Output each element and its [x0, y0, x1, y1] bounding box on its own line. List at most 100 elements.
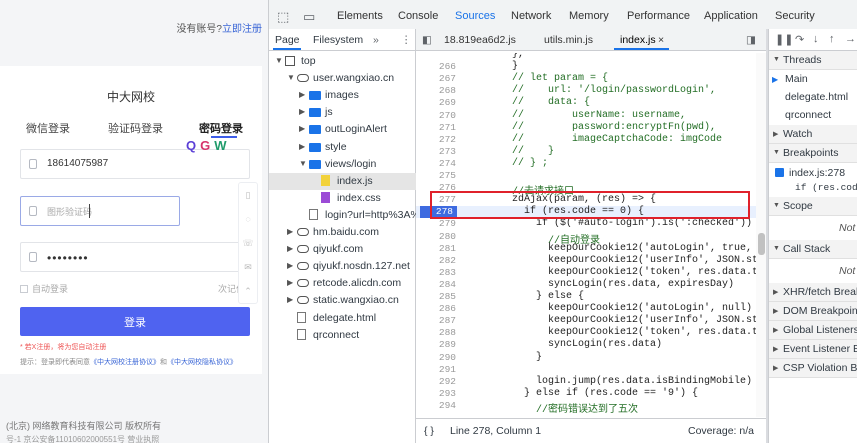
- line-number[interactable]: 288: [416, 327, 456, 338]
- code-line[interactable]: 284 syncLogin(res.data, expiresDay): [416, 279, 768, 291]
- file-tab-index[interactable]: index.js: [620, 34, 656, 46]
- tab-memory[interactable]: Memory: [569, 10, 609, 22]
- collapsed-arrow-icon[interactable]: ▶: [287, 244, 293, 253]
- collapsed-arrow-icon[interactable]: ▶: [299, 90, 305, 99]
- tree-item[interactable]: ▶ js: [269, 104, 416, 121]
- line-number[interactable]: 284: [416, 279, 456, 290]
- code-line[interactable]: 274 // } ;: [416, 158, 768, 170]
- code-line[interactable]: 279 if ($('#auto-login').is(':checked'))…: [416, 218, 768, 230]
- tab-elements[interactable]: Elements: [337, 10, 383, 22]
- tree-item[interactable]: delegate.html: [269, 310, 416, 327]
- captcha-image[interactable]: Q G W: [186, 135, 250, 155]
- chat-icon[interactable]: ◌: [239, 207, 257, 231]
- tab-security[interactable]: Security: [775, 10, 815, 22]
- login-button[interactable]: 登录: [20, 307, 250, 336]
- collapsed-arrow-icon[interactable]: ▶: [287, 295, 293, 304]
- line-number[interactable]: 279: [416, 218, 456, 229]
- toggle-debugger-icon[interactable]: ◨: [746, 34, 756, 46]
- expanded-arrow-icon[interactable]: ▼: [275, 56, 283, 65]
- line-number[interactable]: 271: [416, 122, 456, 133]
- file-tab-utils[interactable]: utils.min.js: [544, 34, 593, 46]
- collapsed-arrow-icon[interactable]: ▶: [287, 278, 293, 287]
- code-line[interactable]: },: [416, 53, 768, 61]
- line-number[interactable]: 283: [416, 267, 456, 278]
- collapsed-arrow-icon[interactable]: ▶: [287, 261, 293, 270]
- step-over-icon[interactable]: ↷: [795, 33, 804, 46]
- signup-link[interactable]: 立即注册: [222, 24, 262, 35]
- toggle-navigator-icon[interactable]: ◧: [422, 34, 432, 46]
- tree-item[interactable]: ▶ qiyukf.com: [269, 241, 416, 258]
- global-listeners-section[interactable]: ▶ Global Listeners: [769, 321, 857, 340]
- tree-item[interactable]: login?url=http%3A%2F: [269, 207, 416, 224]
- threads-section[interactable]: ▼ Threads: [769, 51, 857, 70]
- code-line[interactable]: 288 keepOurCookie12('token', res.data.to…: [416, 327, 768, 339]
- tab-page[interactable]: Page: [275, 34, 300, 46]
- tab-filesystem[interactable]: Filesystem: [313, 34, 363, 46]
- xhr-breakpoints-section[interactable]: ▶ XHR/fetch Breakp: [769, 283, 857, 302]
- code-line[interactable]: 280 //自动登录: [416, 231, 768, 247]
- code-line[interactable]: 273 // }: [416, 146, 768, 158]
- password-field[interactable]: ••••••••: [20, 242, 250, 272]
- line-number[interactable]: 273: [416, 146, 456, 157]
- tree-item[interactable]: ▼ user.wangxiao.cn: [269, 70, 416, 87]
- tree-item[interactable]: ▶ retcode.alicdn.com: [269, 275, 416, 292]
- line-number[interactable]: 267: [416, 73, 456, 84]
- line-number[interactable]: 285: [416, 291, 456, 302]
- line-number[interactable]: 286: [416, 303, 456, 314]
- more-options-icon[interactable]: ⋮: [401, 34, 412, 46]
- inspect-element-icon[interactable]: ⬚: [277, 9, 289, 25]
- code-area[interactable]: }, 266 } 267 // let param = {268 // url: '…: [416, 53, 768, 417]
- scope-section[interactable]: ▼ Scope: [769, 197, 857, 216]
- dom-breakpoints-section[interactable]: ▶ DOM Breakpoint: [769, 302, 857, 321]
- code-line[interactable]: 285 } else {: [416, 291, 768, 303]
- phone-icon[interactable]: ▯: [239, 183, 257, 207]
- line-number[interactable]: 282: [416, 255, 456, 266]
- thread-qrconnect[interactable]: qrconnect: [769, 106, 857, 124]
- line-number[interactable]: 293: [416, 388, 456, 399]
- chevron-more-icon[interactable]: »: [373, 34, 379, 46]
- code-line[interactable]: 268 // url: '/login/passwordLogin',: [416, 85, 768, 97]
- auto-login-checkbox[interactable]: 自动登录: [20, 282, 68, 295]
- line-number[interactable]: 292: [416, 376, 456, 387]
- tree-item[interactable]: ▶ style: [269, 139, 416, 156]
- captcha-field[interactable]: 图形验证码: [20, 196, 180, 226]
- tree-item[interactable]: index.css: [269, 190, 416, 207]
- code-line[interactable]: 270 // userName: username,: [416, 110, 768, 122]
- tab-console[interactable]: Console: [398, 10, 438, 22]
- expanded-arrow-icon[interactable]: ▼: [287, 73, 295, 82]
- pause-icon[interactable]: ❚❚: [775, 33, 793, 46]
- line-number[interactable]: 287: [416, 315, 456, 326]
- callstack-section[interactable]: ▼ Call Stack: [769, 240, 857, 259]
- line-number[interactable]: 280: [416, 231, 456, 242]
- line-number[interactable]: 270: [416, 110, 456, 121]
- code-line[interactable]: 286 keepOurCookie12('autoLogin', null): [416, 303, 768, 315]
- step-icon[interactable]: →: [845, 33, 856, 45]
- collapsed-arrow-icon[interactable]: ▶: [299, 124, 305, 133]
- line-number[interactable]: 268: [416, 85, 456, 96]
- code-line[interactable]: 292 login.jump(res.data.isBindingMobile): [416, 376, 768, 388]
- back-to-top-icon[interactable]: ⌃: [239, 279, 257, 303]
- pretty-print-icon[interactable]: { }: [424, 425, 434, 437]
- code-line[interactable]: 293 } else if (res.code == '9') {: [416, 388, 768, 400]
- code-line[interactable]: 267 // let param = {: [416, 73, 768, 85]
- collapsed-arrow-icon[interactable]: ▶: [287, 227, 293, 236]
- collapsed-arrow-icon[interactable]: ▶: [299, 107, 305, 116]
- line-number[interactable]: 294: [416, 400, 456, 411]
- tab-sms-login[interactable]: 验证码登录: [108, 120, 163, 136]
- thread-main[interactable]: ▶ Main: [769, 70, 857, 88]
- step-into-icon[interactable]: ↓: [813, 33, 819, 45]
- service-icon[interactable]: ☏: [239, 231, 257, 255]
- line-number[interactable]: 281: [416, 243, 456, 254]
- code-line[interactable]: 294 //密码错误达到了五次: [416, 400, 768, 416]
- code-line[interactable]: 281 keepOurCookie12('autoLogin', true, 3…: [416, 243, 768, 255]
- code-line[interactable]: 272 // imageCaptchaCode: imgCode: [416, 134, 768, 146]
- line-number[interactable]: 274: [416, 158, 456, 169]
- code-line[interactable]: 275: [416, 170, 768, 182]
- tree-item[interactable]: ▶ hm.baidu.com: [269, 224, 416, 241]
- device-toolbar-icon[interactable]: ▭: [303, 9, 315, 25]
- tab-sources[interactable]: Sources: [455, 10, 495, 22]
- tree-item[interactable]: ▼ top: [269, 53, 416, 70]
- code-line[interactable]: 291: [416, 364, 768, 376]
- tree-item[interactable]: ▶ static.wangxiao.cn: [269, 292, 416, 309]
- tree-item[interactable]: ▶ outLoginAlert: [269, 121, 416, 138]
